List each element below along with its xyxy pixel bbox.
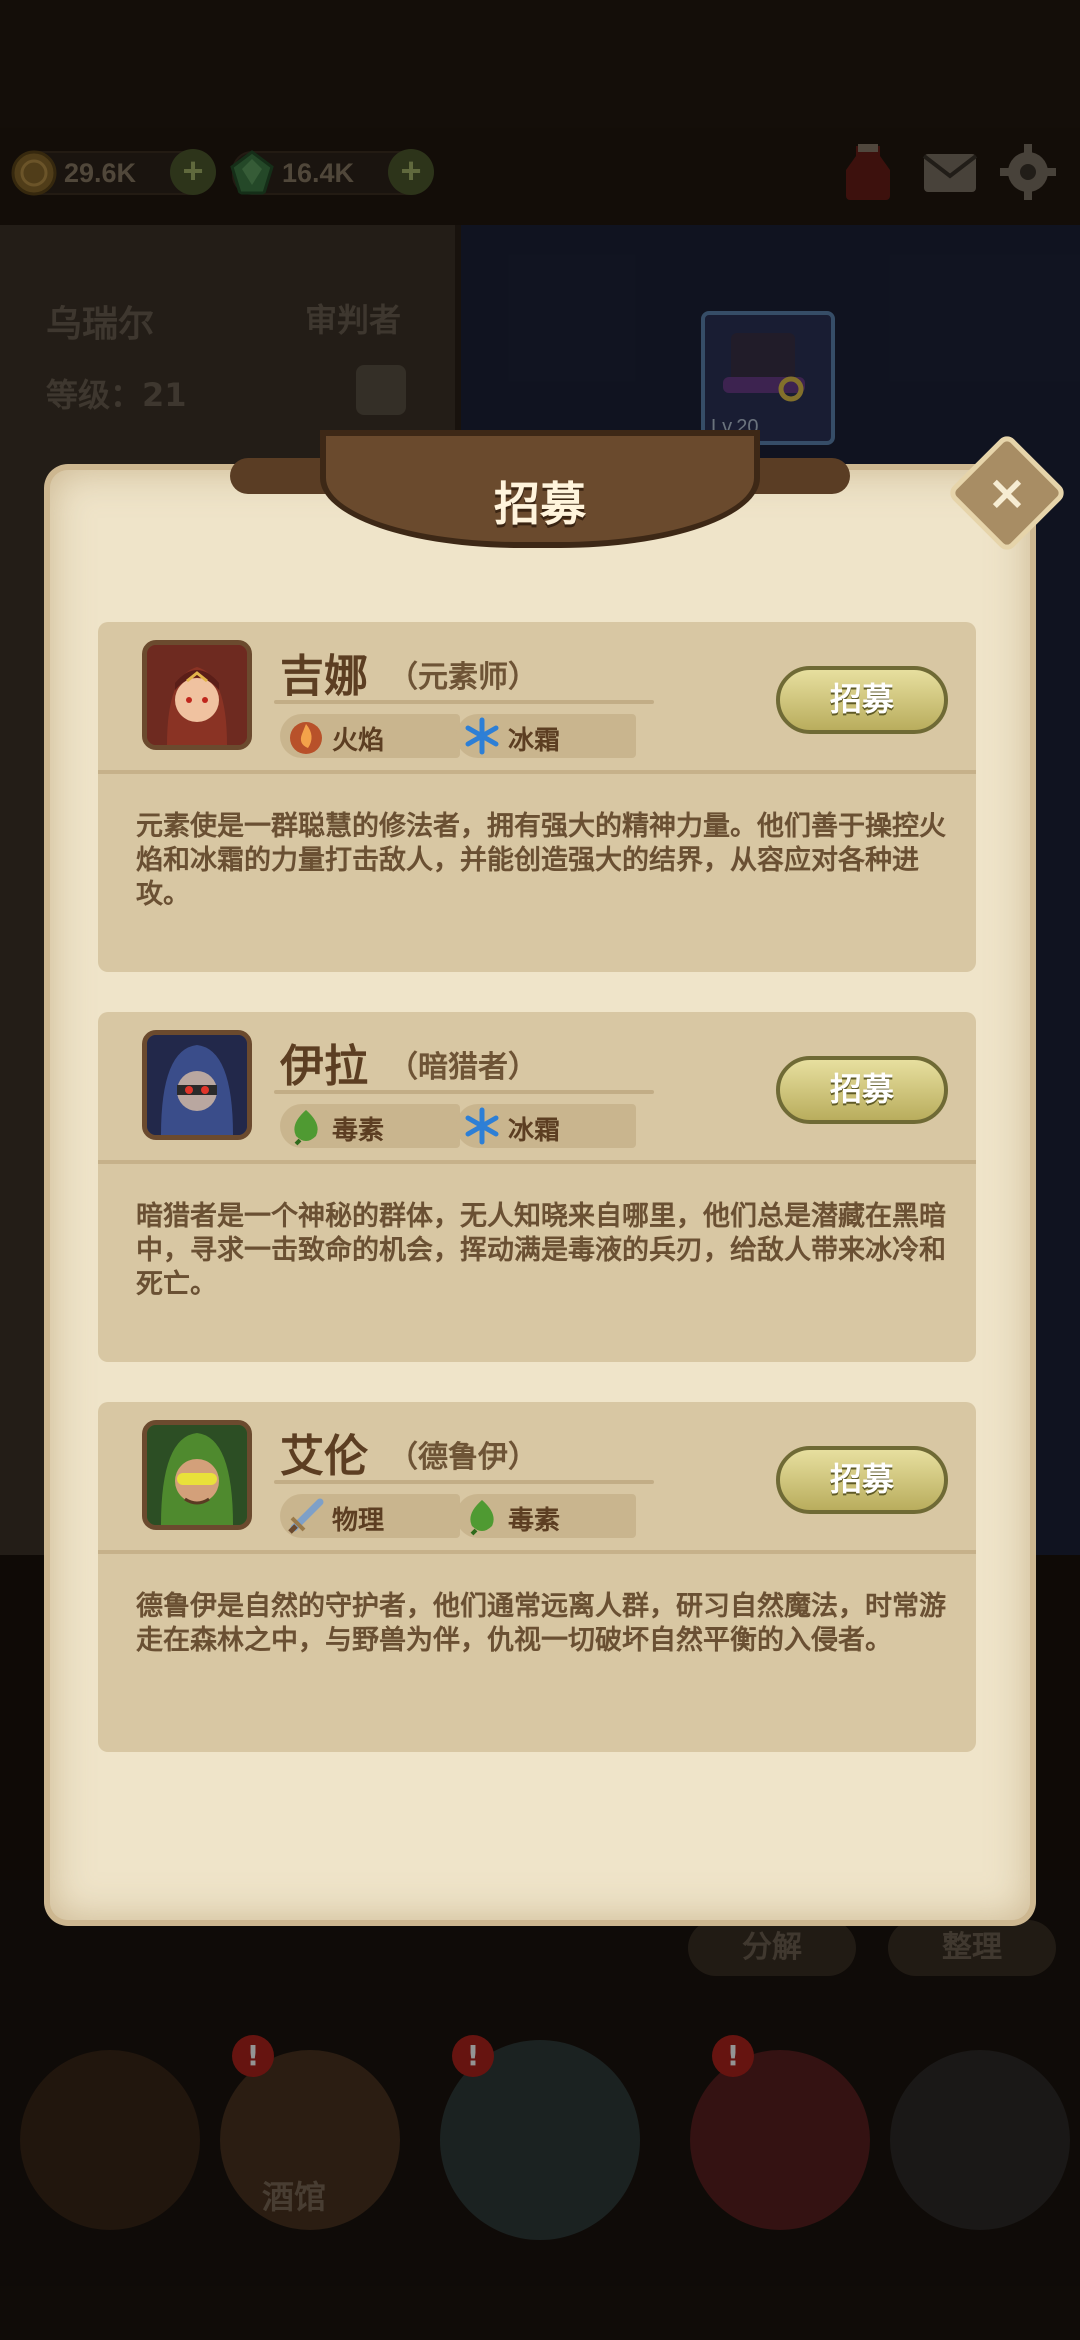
frost-icon bbox=[465, 1107, 499, 1145]
recruit-gina-button[interactable]: 招募 bbox=[776, 666, 948, 734]
sword-icon bbox=[288, 1498, 324, 1534]
elementalist-avatar-icon bbox=[147, 645, 247, 745]
allen-portrait bbox=[142, 1420, 252, 1530]
hero-description: 暗猎者是一个神秘的群体，无人知晓来自哪里，他们总是潜藏在黑暗中，寻求一击致命的机… bbox=[136, 1201, 946, 1300]
tag-label: 火焰 bbox=[332, 726, 385, 756]
hero-card-gina: 吉娜 （元素师） 火焰 冰霜 招募 元素使是一群聪慧的修法者，拥有强大的精神力量… bbox=[98, 622, 976, 972]
hero-class: （暗猎者） bbox=[388, 1050, 538, 1085]
recruit-ira-button[interactable]: 招募 bbox=[776, 1056, 948, 1124]
druid-avatar-icon bbox=[147, 1425, 247, 1525]
card-separator bbox=[98, 770, 976, 774]
hero-description: 元素使是一群聪慧的修法者，拥有强大的精神力量。他们善于操控火焰和冰霜的力量打击敌… bbox=[136, 811, 946, 910]
hero-class: （元素师） bbox=[388, 660, 538, 695]
hero-name: 伊拉 bbox=[280, 1041, 368, 1092]
poison-icon bbox=[294, 1110, 318, 1146]
hero-name: 艾伦 bbox=[280, 1431, 368, 1482]
gina-portrait bbox=[142, 640, 252, 750]
name-divider bbox=[274, 700, 654, 704]
hero-class: （德鲁伊） bbox=[388, 1440, 538, 1475]
hero-card-allen: 艾伦 （德鲁伊） 物理 毒素 招募 德鲁伊是自然的守护者，他们通常远离人群，研习… bbox=[98, 1402, 976, 1752]
card-separator bbox=[98, 1160, 976, 1164]
tag-label: 冰霜 bbox=[508, 726, 561, 756]
recruit-allen-button[interactable]: 招募 bbox=[776, 1446, 948, 1514]
close-icon[interactable]: × bbox=[964, 450, 1050, 536]
poison-icon bbox=[470, 1500, 494, 1536]
card-header: 吉娜 （元素师） 火焰 冰霜 招募 bbox=[98, 622, 976, 770]
hero-description: 德鲁伊是自然的守护者，他们通常远离人群，研习自然魔法，时常游走在森林之中，与野兽… bbox=[136, 1591, 946, 1656]
dialog-title: 招募 bbox=[494, 477, 586, 531]
element-tag-poison: 毒素 bbox=[456, 1494, 636, 1538]
tag-label: 毒素 bbox=[508, 1506, 561, 1536]
card-separator bbox=[98, 1550, 976, 1554]
hero-name: 吉娜 bbox=[280, 651, 368, 702]
hero-card-ira: 伊拉 （暗猎者） 毒素 冰霜 招募 暗猎者是一个神秘的群体，无人知晓来自哪里，他… bbox=[98, 1012, 976, 1362]
tag-label: 毒素 bbox=[332, 1116, 385, 1146]
element-tag-frost: 冰霜 bbox=[456, 714, 636, 758]
frost-icon bbox=[465, 717, 499, 755]
tag-label: 物理 bbox=[332, 1506, 385, 1536]
element-tag-physical: 物理 bbox=[280, 1494, 460, 1538]
element-tag-poison: 毒素 bbox=[280, 1104, 460, 1148]
fire-icon bbox=[290, 722, 322, 754]
hunter-avatar-icon bbox=[147, 1035, 247, 1135]
element-tag-frost: 冰霜 bbox=[456, 1104, 636, 1148]
tag-label: 冰霜 bbox=[508, 1116, 561, 1146]
card-header: 艾伦 （德鲁伊） 物理 毒素 招募 bbox=[98, 1402, 976, 1550]
name-divider bbox=[274, 1090, 654, 1094]
ira-portrait bbox=[142, 1030, 252, 1140]
element-tag-fire: 火焰 bbox=[280, 714, 460, 758]
card-header: 伊拉 （暗猎者） 毒素 冰霜 招募 bbox=[98, 1012, 976, 1160]
name-divider bbox=[274, 1480, 654, 1484]
